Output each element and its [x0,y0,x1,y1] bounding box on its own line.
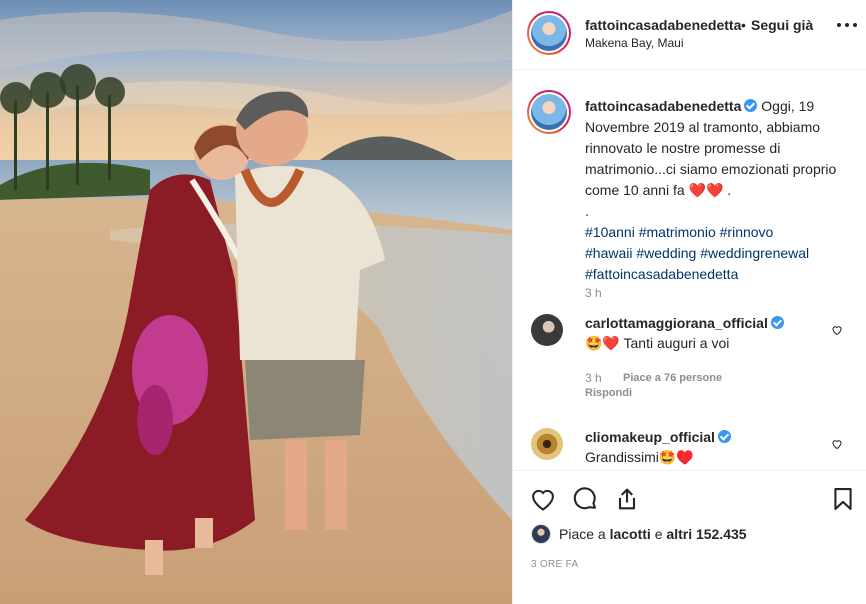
reply-button[interactable]: Rispondi [585,387,632,399]
heart-icon[interactable] [529,485,557,513]
more-options-icon[interactable] [837,20,857,30]
comment-like-heart-icon[interactable] [831,438,843,450]
comment-likes-count[interactable]: Piace a 76 persone [623,372,722,384]
post-location[interactable]: Makena Bay, Maui [585,36,684,50]
verified-badge-icon [717,430,731,443]
comment-username[interactable]: cliomakeup_official [585,429,715,445]
verified-badge-icon [770,316,784,329]
hashtags-line-1[interactable]: #10anni #matrimonio #rinnovo [585,224,773,240]
post-header: fattoincasadabenedetta • Segui già Maken… [513,0,866,70]
comment-like-heart-icon[interactable] [831,324,843,336]
header-separator: • [741,17,746,33]
verified-badge-icon [744,99,758,112]
comment-time[interactable]: 3 h [585,371,602,385]
post-timestamp[interactable]: 3 ORE FA [531,559,578,570]
comments-section[interactable]: fattoincasadabenedetta Oggi, 19 Novembre… [513,71,866,470]
caption-author-avatar[interactable] [527,90,571,134]
comment-item: carlottamaggiorana_official 🤩❤️ Tanti au… [585,313,825,353]
likes-summary[interactable]: Piace a lacotti e altri 152.435 [531,523,747,545]
caption-end: . [727,182,732,198]
caption-username[interactable]: fattoincasadabenedetta [585,98,741,114]
comment-avatar[interactable] [531,428,563,460]
bookmark-icon[interactable] [829,485,857,513]
comment-text: 🤩❤️ Tanti auguri a voi [585,335,730,351]
caption-dot-line: . [585,203,589,219]
hashtags-line-2[interactable]: #hawaii #wedding #weddingrenewal [585,245,809,261]
follow-button[interactable]: Segui già [751,17,813,33]
author-username[interactable]: fattoincasadabenedetta [585,17,741,33]
beach-wedding-photo [0,0,512,604]
liker-avatar[interactable] [531,524,551,544]
share-icon[interactable] [613,485,641,513]
liker-username[interactable]: lacotti [610,526,651,542]
comment-text: Grandissimi🤩♥️ [585,449,694,465]
comment-item: cliomakeup_official Grandissimi🤩♥️ [585,427,825,467]
comment-username[interactable]: carlottamaggiorana_official [585,315,768,331]
likes-text: Piace a lacotti e altri 152.435 [559,526,747,542]
comment-avatar[interactable] [531,314,563,346]
post-details-panel: fattoincasadabenedetta • Segui già Maken… [512,0,866,604]
others-likes-count[interactable]: altri 152.435 [666,526,746,542]
author-avatar[interactable] [527,11,571,55]
post-caption: fattoincasadabenedetta Oggi, 19 Novembre… [585,96,853,285]
post-photo[interactable] [0,0,512,604]
comment-icon[interactable] [571,485,599,513]
hashtags-line-3[interactable]: #fattoincasadabenedetta [585,266,738,282]
caption-time[interactable]: 3 h [585,286,602,300]
caption-hearts: ❤️❤️ [688,182,724,198]
post-actions: Piace a lacotti e altri 152.435 3 ORE FA [513,470,866,604]
